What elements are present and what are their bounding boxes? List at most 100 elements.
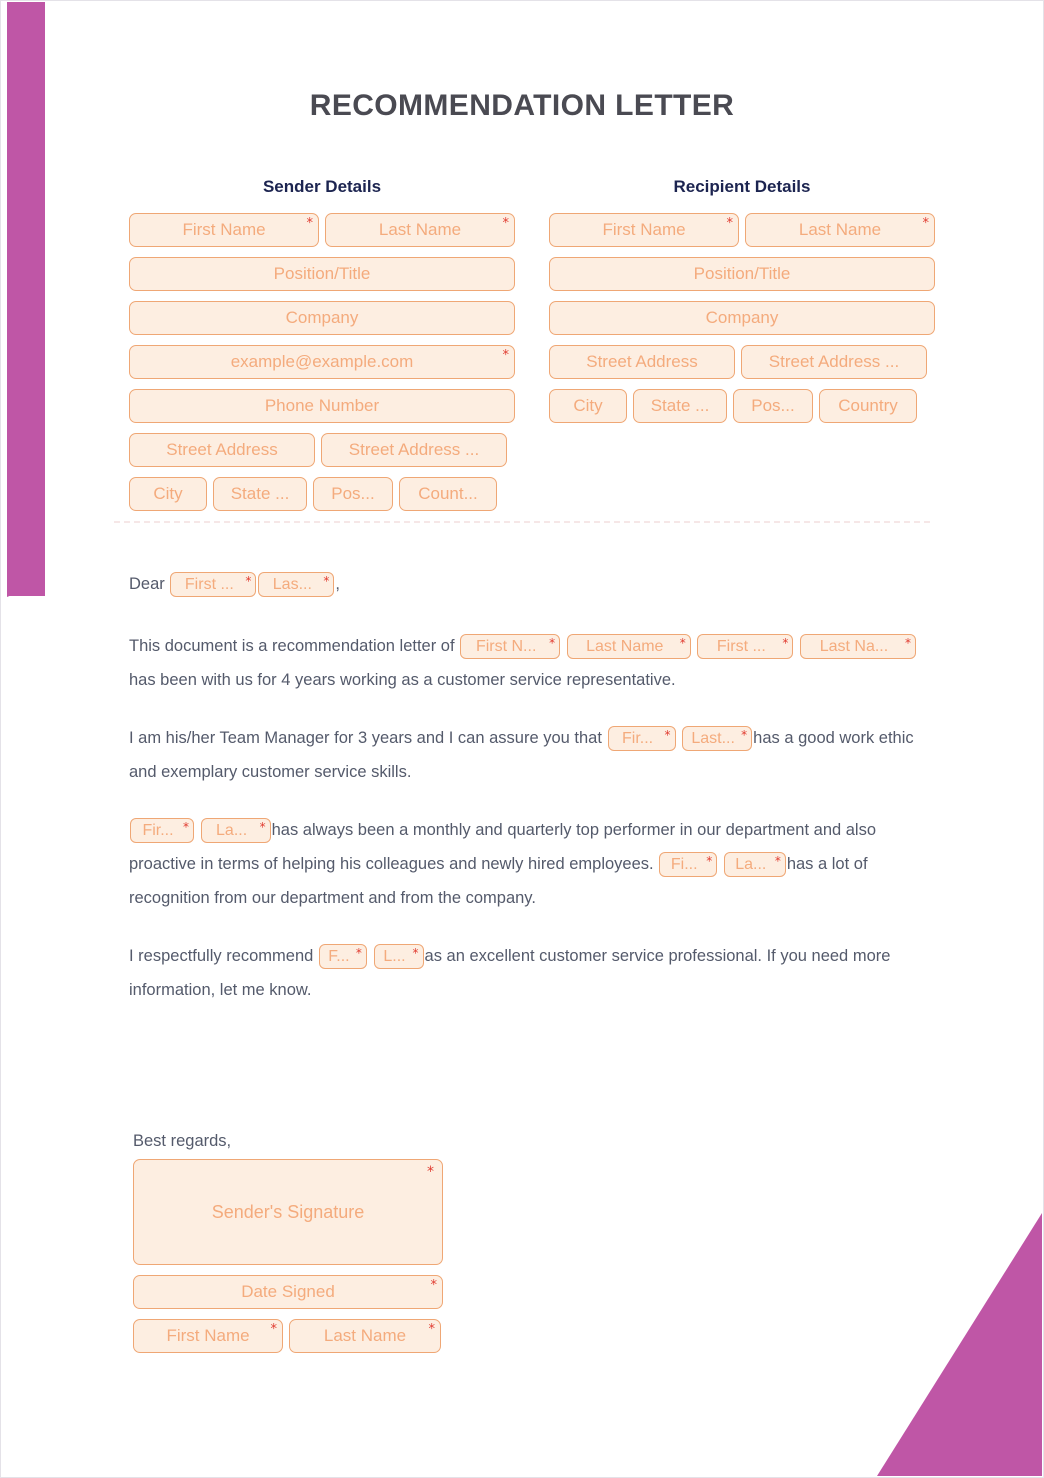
sender-last-name-input[interactable]: Last Name * [325,213,515,247]
recipient-last-name-input[interactable]: Last Name * [745,213,935,247]
recipient-company-placeholder: Company [705,308,779,327]
recipient-state-input[interactable]: State ... [633,389,727,423]
sender-position-row: Position/Title [129,257,515,291]
sender-position-title-placeholder: Position/Title [273,264,371,283]
sender-details-column: First Name * Last Name * Position/Title … [129,213,515,521]
recipient-last-name-placeholder: Last Name [798,220,882,239]
required-asterisk: * [664,728,671,743]
p3-first-name-b-input[interactable]: Fi... * [659,852,718,878]
p4-last-name-input[interactable]: L... * [373,944,424,970]
sender-postal-input[interactable]: Pos... [313,477,393,511]
sender-position-title-input[interactable]: Position/Title [129,257,515,291]
recipient-company-input[interactable]: Company [549,301,935,335]
date-signed-input[interactable]: Date Signed * [133,1275,443,1309]
p3-last-name-b-placeholder: La... [735,855,767,873]
paragraph-3: Fir... * La... * has always been a month… [129,813,919,915]
sender-first-name-input[interactable]: First Name * [129,213,319,247]
p1-text-b: has been with us for 4 years working as … [129,671,676,689]
signature-block: Best regards, Sender's Signature * Date … [133,1132,453,1363]
required-asterisk: * [306,216,314,231]
p1-first-name-a-input[interactable]: First N... * [460,634,561,660]
sender-city-input[interactable]: City [129,477,207,511]
p4-first-name-input[interactable]: F... * [318,944,367,970]
required-asterisk: * [726,216,734,231]
p3-last-name-b-input[interactable]: La... * [723,852,786,878]
recipient-first-name-input[interactable]: First Name * [549,213,739,247]
recipient-position-title-input[interactable]: Position/Title [549,257,935,291]
p3-last-name-a-placeholder: La... [216,821,248,839]
p1-last-name-a-input[interactable]: Last Name * [566,634,691,660]
salutation-first-name-input[interactable]: First ... * [170,572,257,598]
required-asterisk: * [323,574,330,589]
sender-street-address-placeholder: Street Address [166,440,278,459]
sender-phone-input[interactable]: Phone Number [129,389,515,423]
recipient-country-input[interactable]: Country [819,389,917,423]
salutation-label: Dear [129,575,165,593]
p4-last-name-placeholder: L... [383,947,406,965]
sender-first-name-placeholder: First Name [182,220,266,239]
p4-text-a: I respectfully recommend [129,947,314,965]
sender-city-placeholder: City [153,484,183,503]
signer-name-row: First Name * Last Name * [133,1319,453,1353]
sender-state-input[interactable]: State ... [213,477,307,511]
p1-first-name-b-input[interactable]: First ... * [697,634,794,660]
letter-body: Dear First ... * Las... * , This documen… [129,567,919,1031]
required-asterisk: * [502,348,510,363]
sender-email-row: example@example.com * [129,345,515,379]
recipient-postal-input[interactable]: Pos... [733,389,813,423]
recipient-details-heading: Recipient Details [673,177,811,196]
signer-last-name-placeholder: Last Name [323,1326,407,1345]
required-asterisk: * [183,820,189,835]
p1-first-name-b-placeholder: First ... [716,637,766,655]
sender-street-address-input[interactable]: Street Address [129,433,315,467]
p2-text-a: I am his/her Team Manager for 3 years an… [129,729,602,747]
paragraph-2: I am his/her Team Manager for 3 years an… [129,721,919,789]
recipient-state-placeholder: State ... [650,396,710,415]
document-page: RECOMMENDATION LETTER Sender Details Rec… [0,0,1044,1478]
recipient-company-row: Company [549,301,935,335]
recipient-name-row: First Name * Last Name * [549,213,935,247]
date-signed-placeholder: Date Signed [241,1282,335,1301]
sender-company-input[interactable]: Company [129,301,515,335]
recipient-postal-placeholder: Pos... [751,396,795,415]
sender-street-row: Street Address Street Address ... [129,433,515,467]
sender-email-input[interactable]: example@example.com * [129,345,515,379]
p2-first-name-input[interactable]: Fir... * [607,726,676,752]
recipient-position-row: Position/Title [549,257,935,291]
p1-last-name-b-input[interactable]: Last Na... * [799,634,916,660]
p3-first-name-a-input[interactable]: Fir... * [130,818,194,844]
required-asterisk: * [259,820,266,835]
salutation-last-name-input[interactable]: Las... * [258,572,335,598]
required-asterisk: * [774,854,781,869]
recipient-city-state-row: City State ... Pos... Country [549,389,935,423]
salutation-first-name-placeholder: First ... [184,575,234,593]
sender-email-placeholder: example@example.com [230,352,414,371]
sender-country-input[interactable]: Count... [399,477,497,511]
recipient-city-input[interactable]: City [549,389,627,423]
required-asterisk: * [270,1322,278,1337]
sender-last-name-placeholder: Last Name [378,220,462,239]
sender-company-placeholder: Company [285,308,359,327]
salutation-last-name-placeholder: Las... [272,575,312,593]
recipient-street-address-input[interactable]: Street Address [549,345,735,379]
recipient-city-placeholder: City [573,396,603,415]
decorative-corner-bottom-right [877,1213,1042,1476]
p2-last-name-input[interactable]: Last... * [682,726,753,752]
p2-first-name-placeholder: Fir... [621,729,654,747]
sender-company-row: Company [129,301,515,335]
signer-last-name-input[interactable]: Last Name * [289,1319,441,1353]
sender-signature-placeholder: Sender's Signature [211,1201,365,1222]
required-asterisk: * [782,636,789,651]
sender-street-address-2-input[interactable]: Street Address ... [321,433,507,467]
required-asterisk: * [706,854,713,869]
p3-last-name-a-input[interactable]: La... * [200,818,271,844]
date-signed-row: Date Signed * [133,1275,453,1309]
sender-phone-placeholder: Phone Number [264,396,380,415]
sender-city-state-row: City State ... Pos... Count... [129,477,515,511]
p3-first-name-b-placeholder: Fi... [670,855,698,873]
p4-first-name-placeholder: F... [328,947,350,965]
signer-first-name-input[interactable]: First Name * [133,1319,283,1353]
recipient-street-address-2-input[interactable]: Street Address ... [741,345,927,379]
p1-last-name-b-placeholder: Last Na... [819,637,889,655]
sender-signature-input[interactable]: Sender's Signature * [133,1159,443,1265]
